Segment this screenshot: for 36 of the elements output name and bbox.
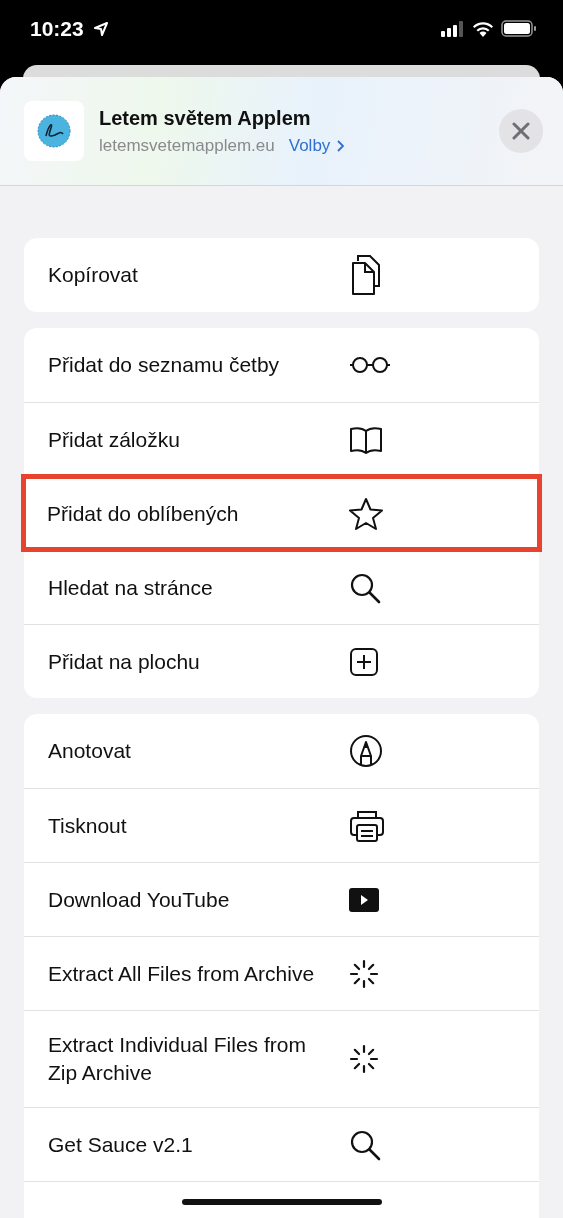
- location-arrow-icon: [92, 20, 109, 37]
- search-icon: [349, 1128, 381, 1161]
- star-icon: [348, 496, 384, 531]
- site-url: letemsvetemapplem.eu: [99, 135, 275, 156]
- pen-tip-circle-icon: [349, 734, 383, 768]
- battery-icon: [501, 20, 537, 37]
- action-row[interactable]: Download YouTube: [24, 862, 539, 936]
- signal-icon: [441, 20, 465, 37]
- action-row[interactable]: Anotovat: [24, 714, 539, 788]
- status-time: 10:23: [30, 16, 84, 41]
- site-title: Letem světem Applem: [99, 106, 312, 130]
- action-row[interactable]: Kopírovat: [24, 238, 539, 312]
- action-row[interactable]: Tisknout: [24, 788, 539, 862]
- action-row[interactable]: Extract Individual Files from Zip Archive: [24, 1010, 539, 1107]
- spinner-icon: [349, 958, 379, 989]
- wifi-icon: [472, 20, 494, 37]
- close-button[interactable]: [499, 109, 543, 153]
- action-row[interactable]: Přidat záložku: [24, 402, 539, 476]
- copy-icon: [349, 253, 383, 297]
- action-row[interactable]: Přidat na plochu: [24, 624, 539, 698]
- action-row[interactable]: Přidat do seznamu četby: [24, 328, 539, 402]
- spinner-icon: [349, 1044, 379, 1074]
- options-link[interactable]: Volby: [288, 135, 346, 156]
- action-row[interactable]: Hledat na stránce: [24, 550, 539, 624]
- action-row[interactable]: Get Sauce v2.1: [24, 1107, 539, 1181]
- chevron-icon: [336, 138, 346, 153]
- printer-icon: [349, 808, 385, 843]
- glasses-icon: [349, 356, 391, 374]
- action-row[interactable]: Extract All Files from Archive: [24, 936, 539, 1010]
- plus-square-icon: [349, 646, 379, 677]
- close-icon: [512, 122, 530, 140]
- book-icon: [349, 425, 383, 454]
- search-icon: [349, 571, 381, 604]
- action-row[interactable]: Přidat do oblíbených: [23, 476, 540, 550]
- site-icon: [24, 101, 84, 161]
- play-icon: [349, 887, 379, 912]
